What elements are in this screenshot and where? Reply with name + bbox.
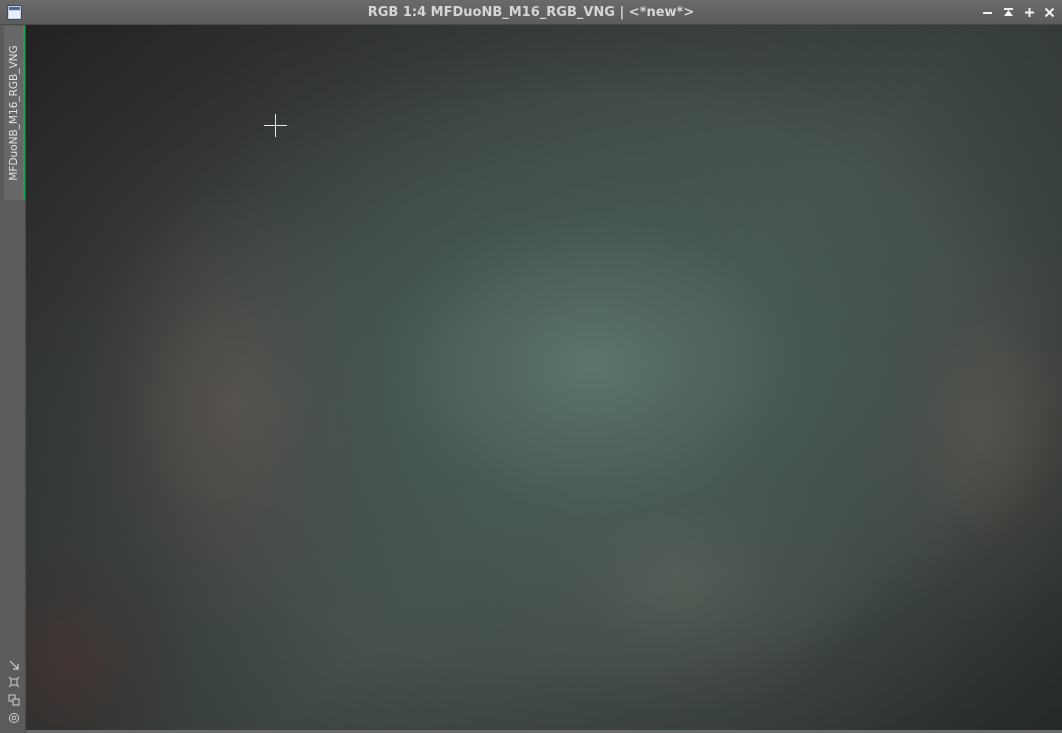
close-icon[interactable] bbox=[1041, 4, 1058, 21]
shade-icon[interactable] bbox=[1000, 4, 1017, 21]
zoom-to-fit-icon[interactable] bbox=[8, 676, 20, 688]
title-bar[interactable]: RGB 1:4 MFDuoNB_M16_RGB_VNG | <*new*> bbox=[0, 0, 1062, 25]
image-canvas[interactable] bbox=[26, 25, 1062, 730]
minimize-icon[interactable] bbox=[979, 4, 996, 21]
window-title: RGB 1:4 MFDuoNB_M16_RGB_VNG | <*new*> bbox=[367, 5, 695, 20]
crosshair-icon bbox=[264, 114, 287, 137]
view-tab-label: MFDuoNB_M16_RGB_VNG bbox=[8, 45, 20, 181]
view-sidebar: MFDuoNB_M16_RGB_VNG bbox=[0, 25, 26, 733]
fit-window-icon[interactable] bbox=[8, 659, 20, 671]
target-icon[interactable] bbox=[8, 712, 20, 724]
clone-view-icon[interactable] bbox=[8, 694, 20, 706]
maximize-icon[interactable] bbox=[1021, 4, 1038, 21]
image-window: RGB 1:4 MFDuoNB_M16_RGB_VNG | <*new*> MF… bbox=[0, 0, 1062, 733]
view-tab[interactable]: MFDuoNB_M16_RGB_VNG bbox=[4, 26, 25, 200]
